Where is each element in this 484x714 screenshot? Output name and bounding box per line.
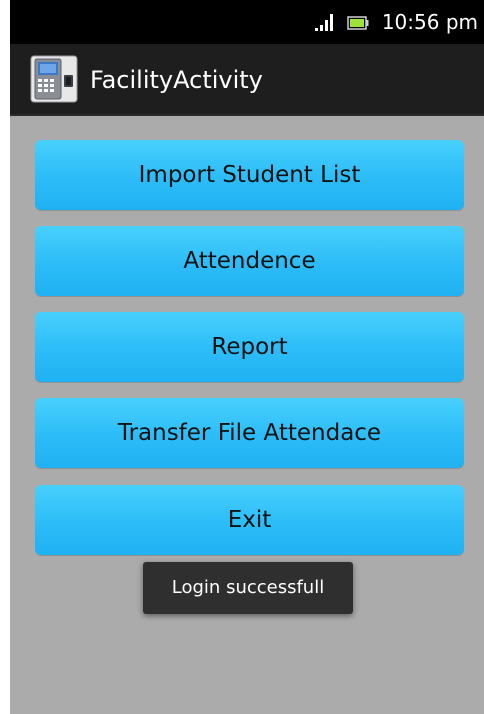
transfer-file-attendace-button[interactable]: Transfer File Attendace: [35, 398, 464, 468]
status-bar: 10:56 pm: [10, 0, 484, 44]
app-title: FacilityActivity: [90, 66, 263, 94]
report-button[interactable]: Report: [35, 312, 464, 382]
battery-icon: [347, 16, 369, 30]
app-screen: 10:56 pm FacilityActivity Import Student…: [10, 0, 484, 714]
signal-strength-icon: [315, 14, 333, 31]
action-bar: FacilityActivity: [10, 44, 484, 116]
import-student-list-button[interactable]: Import Student List: [35, 140, 464, 210]
status-time: 10:56 pm: [381, 10, 478, 34]
fingerprint-terminal-icon[interactable]: [30, 55, 78, 103]
exit-button[interactable]: Exit: [35, 485, 464, 555]
attendence-button[interactable]: Attendence: [35, 226, 464, 296]
toast-message: Login successfull: [143, 562, 353, 614]
